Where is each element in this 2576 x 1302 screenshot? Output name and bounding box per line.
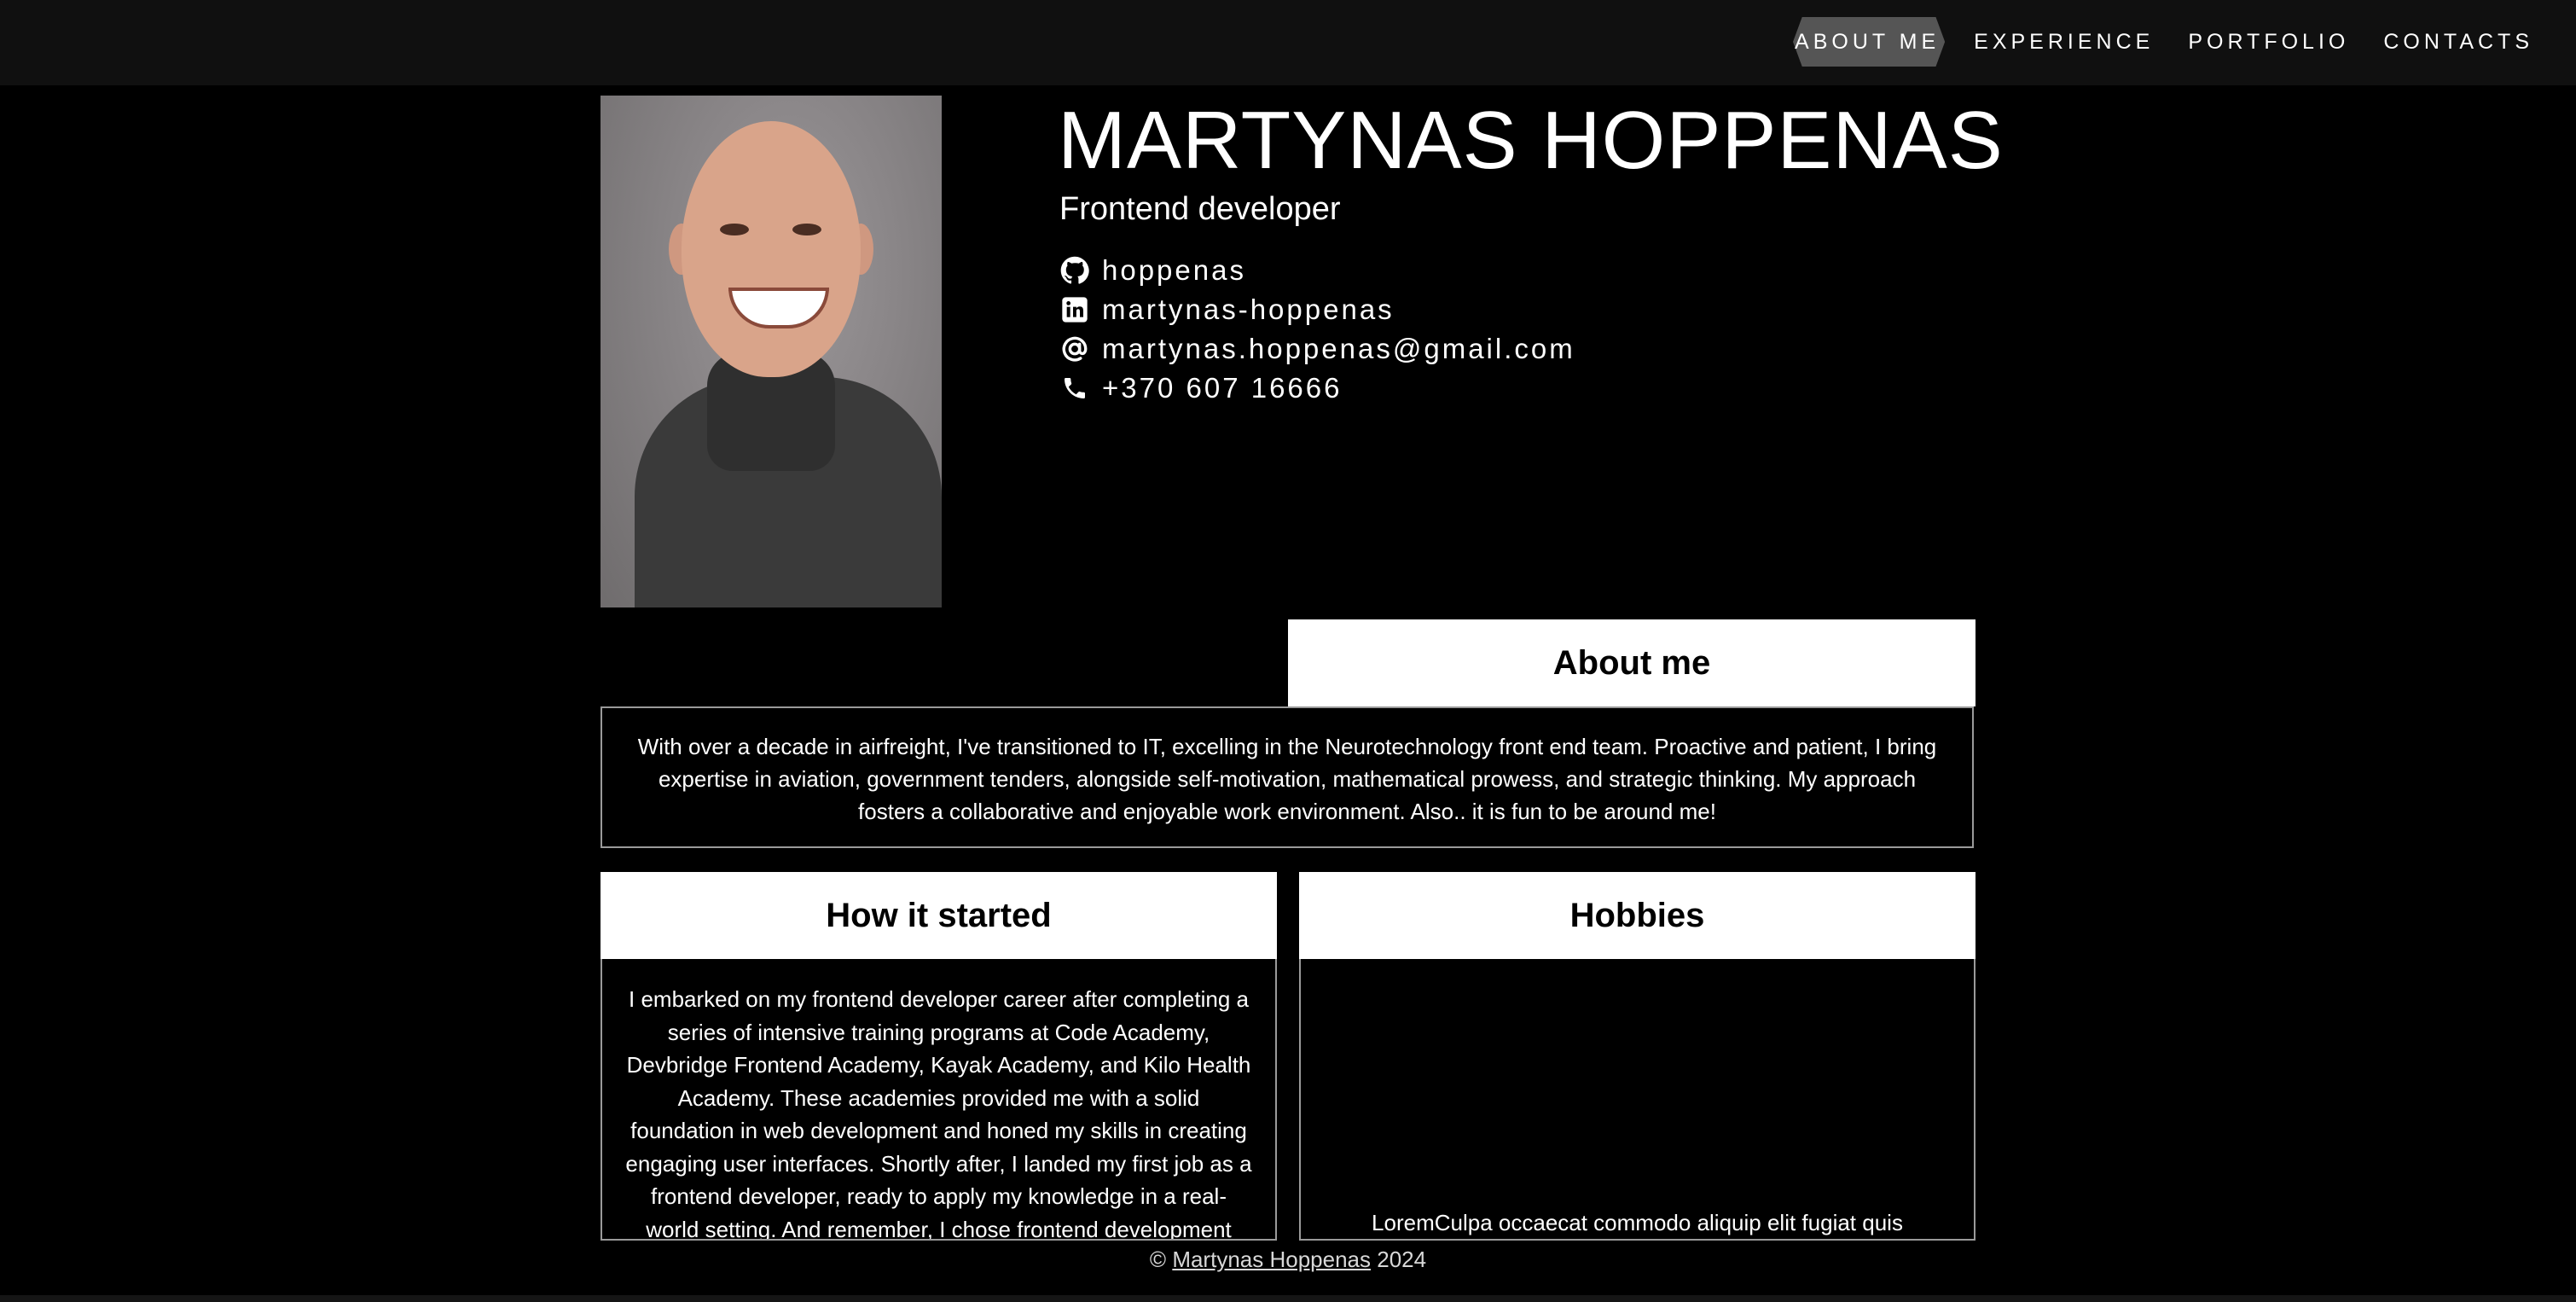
nav-experience[interactable]: EXPERIENCE [1974,17,2154,67]
contact-email[interactable]: martynas.hoppenas@gmail.com [1059,329,1575,369]
at-sign-icon [1059,334,1090,364]
hobbies-heading: Hobbies [1299,872,1976,959]
contact-linkedin-text: martynas-hoppenas [1102,294,1395,325]
contact-linkedin[interactable]: martynas-hoppenas [1059,290,1575,329]
footer: © Martynas Hoppenas 2024 [0,1244,2576,1275]
contact-github[interactable]: hoppenas [1059,251,1575,290]
phone-icon [1059,373,1090,404]
hobbies-text: LoremCulpa occaecat commodo aliquip elit… [1299,959,1976,1241]
top-navigation-bar: ABOUT ME EXPERIENCE PORTFOLIO CONTACTS [0,0,2576,85]
profile-role: Frontend developer [1059,191,1341,227]
contact-phone[interactable]: +370 607 16666 [1059,369,1575,408]
linkedin-icon [1059,294,1090,325]
github-icon [1059,255,1090,286]
photo-eye-right [792,224,821,235]
profile-name: MARTYNAS HOPPENAS [1058,95,2004,186]
contact-github-text: hoppenas [1102,254,1246,286]
photo-head [682,121,861,377]
about-me-heading: About me [1288,619,1976,706]
nav-portfolio[interactable]: PORTFOLIO [2188,17,2349,67]
contact-list: hoppenas martynas-hoppenas martynas.hopp… [1059,251,1575,408]
contact-phone-text: +370 607 16666 [1102,372,1343,404]
main-nav: ABOUT ME EXPERIENCE PORTFOLIO CONTACTS [1795,17,2576,67]
how-it-started-text: I embarked on my frontend developer care… [600,959,1277,1241]
about-me-text: With over a decade in airfreight, I've t… [600,706,1974,848]
contact-email-text: martynas.hoppenas@gmail.com [1102,333,1575,364]
footer-author-link[interactable]: Martynas Hoppenas [1172,1247,1371,1272]
page-bottom-edge [0,1295,2576,1302]
how-it-started-heading: How it started [600,872,1277,959]
profile-photo [600,96,942,607]
nav-about-me[interactable]: ABOUT ME [1795,17,1940,67]
footer-year: 2024 [1377,1247,1427,1272]
photo-eye-left [720,224,749,235]
copyright-symbol: © [1149,1247,1167,1272]
nav-contacts[interactable]: CONTACTS [2383,17,2533,67]
